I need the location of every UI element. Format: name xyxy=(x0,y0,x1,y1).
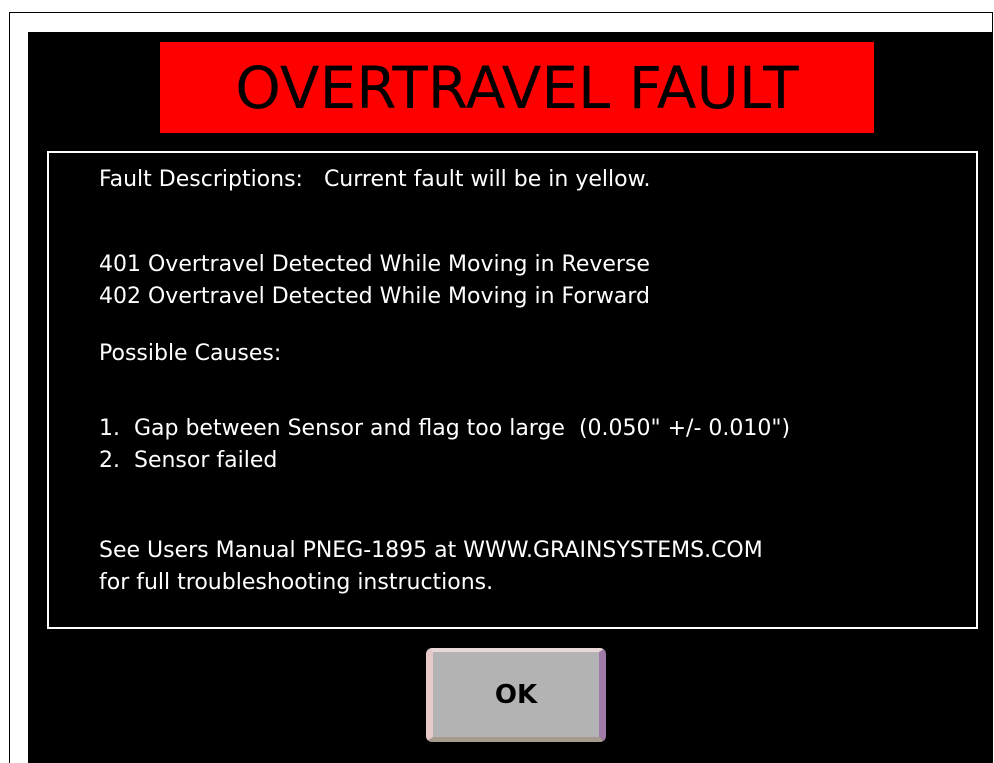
fault-title: OVERTRAVEL FAULT xyxy=(235,53,799,122)
fault-descriptions-header: Fault Descriptions: Current fault will b… xyxy=(99,167,651,192)
possible-causes-heading: Possible Causes: xyxy=(99,341,282,366)
manual-reference-line: See Users Manual PNEG-1895 at WWW.GRAINS… xyxy=(99,538,763,563)
fault-description-402: 402 Overtravel Detected While Moving in … xyxy=(99,284,651,309)
troubleshooting-line: for full troubleshooting instructions. xyxy=(99,570,494,595)
ok-button[interactable]: OK xyxy=(426,648,606,742)
fault-info-panel: Fault Descriptions: Current fault will b… xyxy=(47,151,978,629)
cause-item-2: 2. Sensor failed xyxy=(99,448,278,473)
fault-description-401: 401 Overtravel Detected While Moving in … xyxy=(99,252,650,277)
fault-title-banner: OVERTRAVEL FAULT xyxy=(160,42,874,133)
hmi-screen: OVERTRAVEL FAULT Fault Descriptions: Cur… xyxy=(28,32,992,763)
cause-item-1: 1. Gap between Sensor and flag too large… xyxy=(99,416,791,441)
ok-button-label: OK xyxy=(494,679,538,710)
